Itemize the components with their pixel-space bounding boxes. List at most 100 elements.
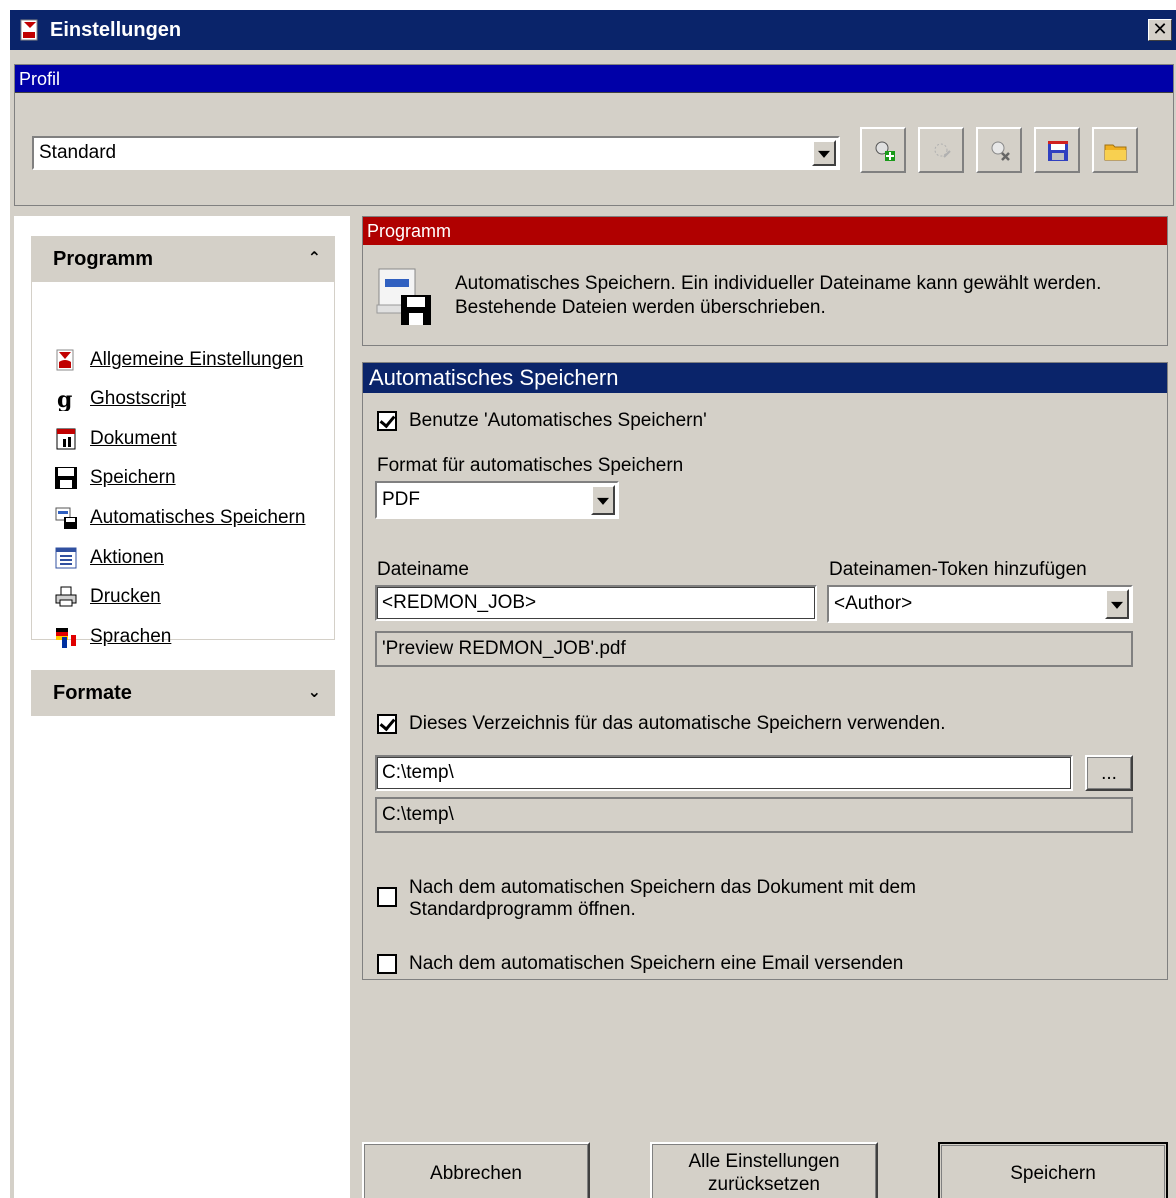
format-select-value: PDF	[382, 489, 420, 510]
sidebar-item-label: Drucken	[90, 586, 161, 607]
delete-profile-icon	[991, 141, 1010, 161]
save-button-label: Speichern	[1010, 1162, 1096, 1184]
use-autosave-checkbox[interactable]: Benutze 'Automatisches Speichern'	[377, 410, 707, 432]
save-profile-icon	[1048, 141, 1068, 161]
sidebar-item-ghostscript[interactable]: g Ghostscript	[54, 385, 186, 413]
open-after-save-checkbox[interactable]: Nach dem automatischen Speichern das Dok…	[377, 877, 916, 921]
token-select-value: <Author>	[834, 593, 913, 614]
format-select[interactable]: PDF	[375, 481, 619, 519]
directory-preview-value: C:\temp\	[382, 804, 454, 825]
checkbox-checked-icon[interactable]	[377, 714, 397, 734]
checkbox-unchecked-icon[interactable]	[377, 954, 397, 974]
sidebar-item-sprachen[interactable]: Sprachen	[54, 623, 171, 651]
use-directory-label: Dieses Verzeichnis für das automatische …	[409, 713, 946, 734]
main-content: Programm Automatisches Speichern. Ein in…	[352, 216, 1174, 1198]
sidebar-item-label: Sprachen	[90, 626, 172, 647]
autosave-header: Automatisches Speichern	[363, 363, 1167, 393]
format-label: Format für automatisches Speichern	[377, 455, 684, 476]
sidebar-group-body-programm: Allgemeine Einstellungen g Ghostscript D…	[31, 282, 335, 648]
sidebar-item-allgemeine-einstellungen[interactable]: Allgemeine Einstellungen	[54, 346, 303, 374]
sidebar-item-aktionen[interactable]: Aktionen	[54, 544, 164, 572]
sidebar-item-label: Speichern	[90, 467, 176, 488]
open-after-save-label-line1: Nach dem automatischen Speichern das Dok…	[409, 877, 916, 898]
sidebar-group-title: Programm	[53, 247, 154, 270]
window-title: Einstellungen	[50, 18, 182, 41]
token-select[interactable]: <Author>	[827, 585, 1133, 623]
directory-input[interactable]: C:\temp\	[375, 755, 1073, 791]
sidebar-group-programm: Programm ⌃ Allgemeine Einstellungen g Gh…	[31, 236, 335, 648]
sidebar-item-automatisches-speichern[interactable]: Automatisches Speichern	[54, 504, 305, 532]
svg-text:g: g	[57, 387, 72, 411]
profile-select-value: Standard	[39, 142, 117, 163]
cancel-button-label: Abbrechen	[430, 1162, 522, 1184]
filename-preview: 'Preview REDMON_JOB'.pdf	[375, 631, 1133, 667]
autosave-large-icon	[376, 268, 431, 325]
add-profile-icon	[875, 141, 895, 161]
program-info-section: Programm Automatisches Speichern. Ein in…	[362, 216, 1168, 346]
profile-header: Profil	[15, 65, 1173, 93]
flags-icon	[56, 628, 76, 648]
ghostscript-icon: g	[57, 387, 72, 411]
sidebar-item-dokument[interactable]: Dokument	[54, 425, 177, 453]
sidebar-item-speichern[interactable]: Speichern	[54, 464, 176, 492]
send-email-label: Nach dem automatischen Speichern eine Em…	[409, 953, 904, 974]
directory-input-value: C:\temp\	[382, 762, 454, 783]
chevron-up-double-icon[interactable]: ⌃	[308, 248, 321, 268]
open-folder-icon	[1104, 144, 1127, 161]
sidebar-group-header-programm[interactable]: Programm ⌃	[31, 236, 335, 282]
token-label: Dateinamen-Token hinzufügen	[829, 559, 1087, 580]
sidebar: Programm ⌃ Allgemeine Einstellungen g Gh…	[14, 216, 350, 1198]
save-button[interactable]: Speichern	[938, 1142, 1168, 1198]
cancel-button[interactable]: Abbrechen	[362, 1142, 590, 1198]
close-button[interactable]: ✕	[1148, 19, 1172, 41]
use-autosave-label: Benutze 'Automatisches Speichern'	[409, 410, 707, 431]
chevron-down-double-icon[interactable]: ⌄	[308, 682, 321, 702]
autosave-icon	[55, 507, 77, 529]
sidebar-group-header-formate[interactable]: Formate ⌄	[31, 670, 335, 716]
program-description-line2: Bestehende Dateien werden überschrieben.	[455, 297, 826, 318]
filename-input-value: <REDMON_JOB>	[382, 592, 537, 613]
title-bar[interactable]: Einstellungen ✕	[10, 10, 1176, 50]
reset-settings-button[interactable]: Alle Einstellungen zurücksetzen	[650, 1142, 878, 1198]
browse-directory-button[interactable]: ...	[1085, 755, 1133, 791]
app-icon	[20, 18, 42, 42]
pdf-settings-icon	[56, 349, 74, 371]
sidebar-group-title: Formate	[53, 681, 132, 704]
sidebar-item-label: Dokument	[90, 428, 177, 449]
save-profile-button[interactable]	[1034, 127, 1080, 173]
chevron-down-icon[interactable]	[591, 485, 615, 515]
sidebar-item-label: Aktionen	[90, 547, 164, 568]
profile-select[interactable]: Standard	[32, 136, 840, 170]
actions-icon	[55, 547, 77, 569]
open-profile-button[interactable]	[1092, 127, 1138, 173]
use-directory-checkbox[interactable]: Dieses Verzeichnis für das automatische …	[377, 713, 946, 735]
program-description-line1: Automatisches Speichern. Ein individuell…	[455, 273, 1102, 294]
open-after-save-label-line2: Standardprogramm öffnen.	[409, 899, 636, 920]
add-profile-button[interactable]	[860, 127, 906, 173]
reset-button-label-line2: zurücksetzen	[708, 1174, 820, 1195]
autosave-section: Automatisches Speichern Benutze 'Automat…	[362, 362, 1168, 980]
sidebar-item-label: Ghostscript	[90, 388, 187, 409]
filename-preview-value: 'Preview REDMON_JOB'.pdf	[382, 638, 626, 659]
program-info-header: Programm	[363, 217, 1167, 245]
sidebar-group-formate: Formate ⌄	[31, 670, 335, 716]
sidebar-item-drucken[interactable]: Drucken	[54, 583, 161, 611]
rename-profile-button[interactable]	[918, 127, 964, 173]
directory-preview: C:\temp\	[375, 797, 1133, 833]
floppy-disk-icon	[55, 467, 77, 489]
delete-profile-button[interactable]	[976, 127, 1022, 173]
reset-button-label-line1: Alle Einstellungen	[688, 1151, 840, 1172]
checkbox-unchecked-icon[interactable]	[377, 887, 397, 907]
send-email-checkbox[interactable]: Nach dem automatischen Speichern eine Em…	[377, 953, 903, 975]
document-icon	[56, 428, 76, 450]
checkbox-checked-icon[interactable]	[377, 411, 397, 431]
rename-profile-icon	[934, 143, 951, 158]
sidebar-item-label: Automatisches Speichern	[90, 507, 306, 528]
chevron-down-icon[interactable]	[812, 140, 836, 166]
filename-input[interactable]: <REDMON_JOB>	[375, 585, 817, 621]
chevron-down-icon[interactable]	[1105, 589, 1129, 619]
printer-icon	[55, 586, 77, 607]
settings-window: Einstellungen ✕ Profil Standard Programm…	[8, 8, 1176, 1198]
filename-label: Dateiname	[377, 559, 469, 580]
sidebar-item-label: Allgemeine Einstellungen	[90, 349, 304, 370]
